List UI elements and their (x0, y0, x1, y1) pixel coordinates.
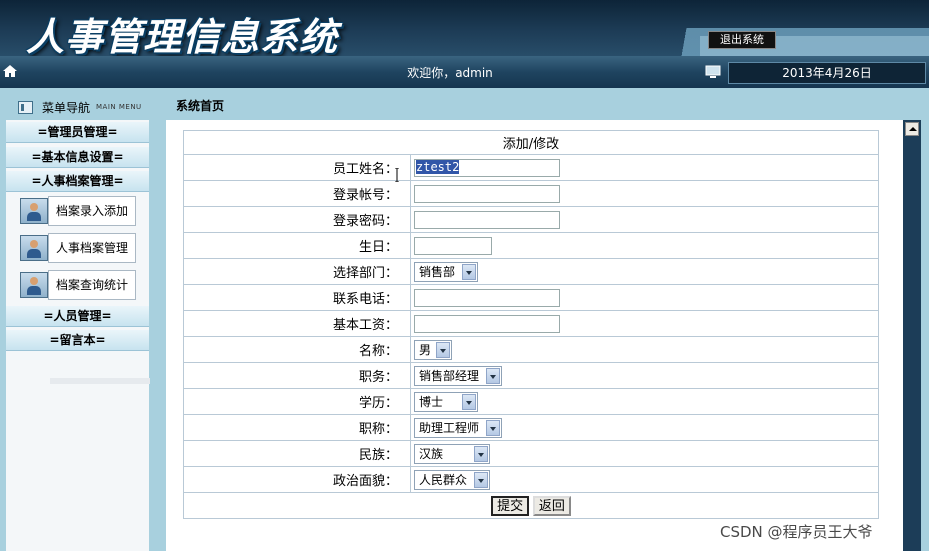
sidebar-item-record-manage[interactable]: 人事档案管理 (18, 233, 136, 263)
position-select[interactable]: 销售部经理 (414, 365, 502, 386)
input-selected-text: ztest2 (416, 159, 460, 174)
text-cursor-icon (395, 168, 399, 182)
scroll-up-arrow-icon[interactable] (905, 122, 919, 136)
app-title: 人事管理信息系统 (26, 15, 339, 56)
department-select[interactable]: 销售部 (414, 261, 478, 282)
chevron-down-icon (436, 341, 450, 358)
sidebar-divider (50, 378, 150, 384)
app-banner: 人事管理信息系统 退出系统 (0, 0, 929, 56)
phone-input[interactable] (414, 288, 560, 307)
select-value: 男 (419, 342, 432, 357)
welcome-text: 欢迎你，admin (407, 66, 493, 80)
base-salary-input[interactable] (414, 314, 560, 333)
sidebar-header: 菜单导航 MAIN MENU (6, 96, 149, 118)
menu-group-staff[interactable]: =人员管理= (6, 306, 149, 327)
sidebar-menu: =管理员管理= =基本信息设置= =人事档案管理= 档案录入添加 人事档案管理 … (6, 120, 150, 551)
user-card-icon (20, 198, 48, 224)
title-select[interactable]: 助理工程师 (414, 417, 502, 438)
watermark: CSDN @程序员王大爷 (720, 523, 873, 541)
chevron-down-icon (474, 445, 488, 462)
field-label: 职称： (183, 414, 411, 441)
employee-name-input[interactable]: ztest2 (414, 158, 560, 177)
breadcrumb[interactable]: 系统首页 (176, 97, 224, 114)
menu-group-admin[interactable]: =管理员管理= (6, 122, 149, 143)
menu-group-guestbook[interactable]: =留言本= (6, 330, 149, 351)
sidebar: 菜单导航 MAIN MENU =管理员管理= =基本信息设置= =人事档案管理=… (0, 88, 159, 551)
field-label: 选择部门： (183, 258, 411, 285)
political-status-select[interactable]: 人民群众 (414, 469, 490, 490)
logout-button[interactable]: 退出系统 (708, 31, 776, 49)
field-label: 登录密码： (183, 206, 411, 233)
content-panel: 添加/修改 员工姓名： ztest2 登录帐号： 登录密码： 生日： 选择部门：… (166, 120, 906, 551)
field-label: 登录帐号： (183, 180, 411, 207)
select-value: 汉族 (419, 446, 444, 461)
chevron-down-icon (462, 393, 476, 410)
sidebar-item-record-add[interactable]: 档案录入添加 (18, 196, 136, 226)
back-button[interactable]: 返回 (532, 495, 571, 516)
select-value: 人民群众 (419, 472, 468, 487)
home-icon[interactable] (3, 65, 17, 77)
user-card-icon (20, 272, 48, 298)
field-label: 名称： (183, 336, 411, 363)
menu-icon (18, 101, 33, 114)
menu-group-hr-records[interactable]: =人事档案管理= (6, 171, 149, 192)
select-value: 销售部经理 (419, 368, 480, 383)
sidebar-item-label[interactable]: 人事档案管理 (48, 233, 136, 263)
status-bar: 欢迎你，admin 2013年4月26日 (0, 56, 929, 88)
sidebar-item-label[interactable]: 档案录入添加 (48, 196, 136, 226)
sidebar-subtitle: MAIN MENU (96, 103, 142, 111)
form-heading: 添加/修改 (183, 130, 879, 155)
gender-select[interactable]: 男 (414, 339, 452, 360)
vertical-scrollbar[interactable] (903, 120, 921, 551)
chevron-down-icon (462, 263, 476, 280)
chevron-down-icon (486, 419, 500, 436)
select-value: 助理工程师 (419, 420, 480, 435)
chevron-down-icon (486, 367, 500, 384)
field-label: 生日： (183, 232, 411, 259)
submit-button[interactable]: 提交 (491, 495, 530, 516)
field-label: 政治面貌： (183, 466, 411, 493)
chevron-down-icon (474, 471, 488, 488)
field-label: 职务： (183, 362, 411, 389)
form-actions: 提交 返回 (183, 492, 879, 519)
main-area: 系统首页 添加/修改 员工姓名： ztest2 登录帐号： 登录密码： 生日： … (159, 88, 929, 551)
monitor-icon (705, 65, 721, 78)
field-label: 联系电话： (183, 284, 411, 311)
employee-form: 添加/修改 员工姓名： ztest2 登录帐号： 登录密码： 生日： 选择部门：… (183, 130, 879, 519)
sidebar-title: 菜单导航 (42, 101, 91, 115)
education-select[interactable]: 博士 (414, 391, 478, 412)
menu-group-basic-info[interactable]: =基本信息设置= (6, 147, 149, 168)
select-value: 博士 (419, 394, 444, 409)
user-card-icon (20, 235, 48, 261)
birthday-input[interactable] (414, 236, 492, 255)
login-account-input[interactable] (414, 184, 560, 203)
field-label: 学历： (183, 388, 411, 415)
sidebar-item-record-query[interactable]: 档案查询统计 (18, 270, 136, 300)
ethnicity-select[interactable]: 汉族 (414, 443, 490, 464)
field-label: 员工姓名： (183, 154, 411, 181)
field-label: 民族： (183, 440, 411, 467)
field-label: 基本工资： (183, 310, 411, 337)
login-password-input[interactable] (414, 210, 560, 229)
sidebar-item-label[interactable]: 档案查询统计 (48, 270, 136, 300)
date-display: 2013年4月26日 (728, 62, 926, 84)
select-value: 销售部 (419, 264, 456, 279)
